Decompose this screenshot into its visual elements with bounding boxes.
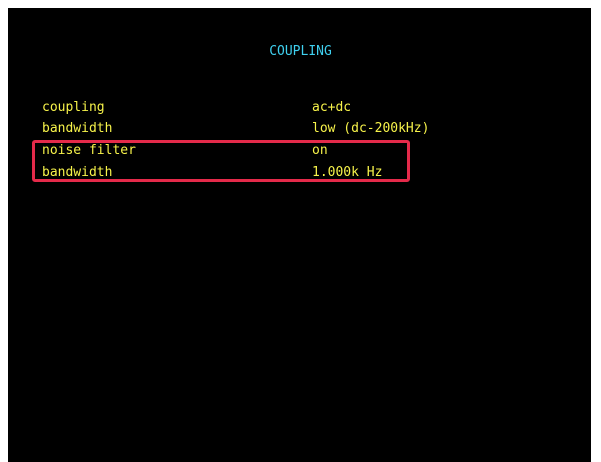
- setting-label: bandwidth: [42, 165, 113, 180]
- setting-label: coupling: [42, 100, 105, 115]
- setting-value: 1.000k Hz: [312, 165, 383, 180]
- setting-row-filter-bandwidth[interactable]: bandwidth 1.000k Hz: [42, 165, 482, 181]
- setting-row-noise-filter[interactable]: noise filter on: [42, 143, 482, 159]
- setting-label: bandwidth: [42, 121, 113, 136]
- setting-value: on: [312, 143, 328, 158]
- setting-row-bandwidth[interactable]: bandwidth low (dc-200kHz): [42, 121, 482, 137]
- screen-title: COUPLING: [269, 44, 332, 59]
- setting-value: ac+dc: [312, 100, 352, 115]
- setting-label: noise filter: [42, 143, 136, 158]
- setting-row-coupling[interactable]: coupling ac+dc: [42, 100, 482, 116]
- setting-value: low (dc-200kHz): [312, 121, 430, 136]
- coupling-screen: COUPLING coupling ac+dc bandwidth low (d…: [12, 12, 589, 460]
